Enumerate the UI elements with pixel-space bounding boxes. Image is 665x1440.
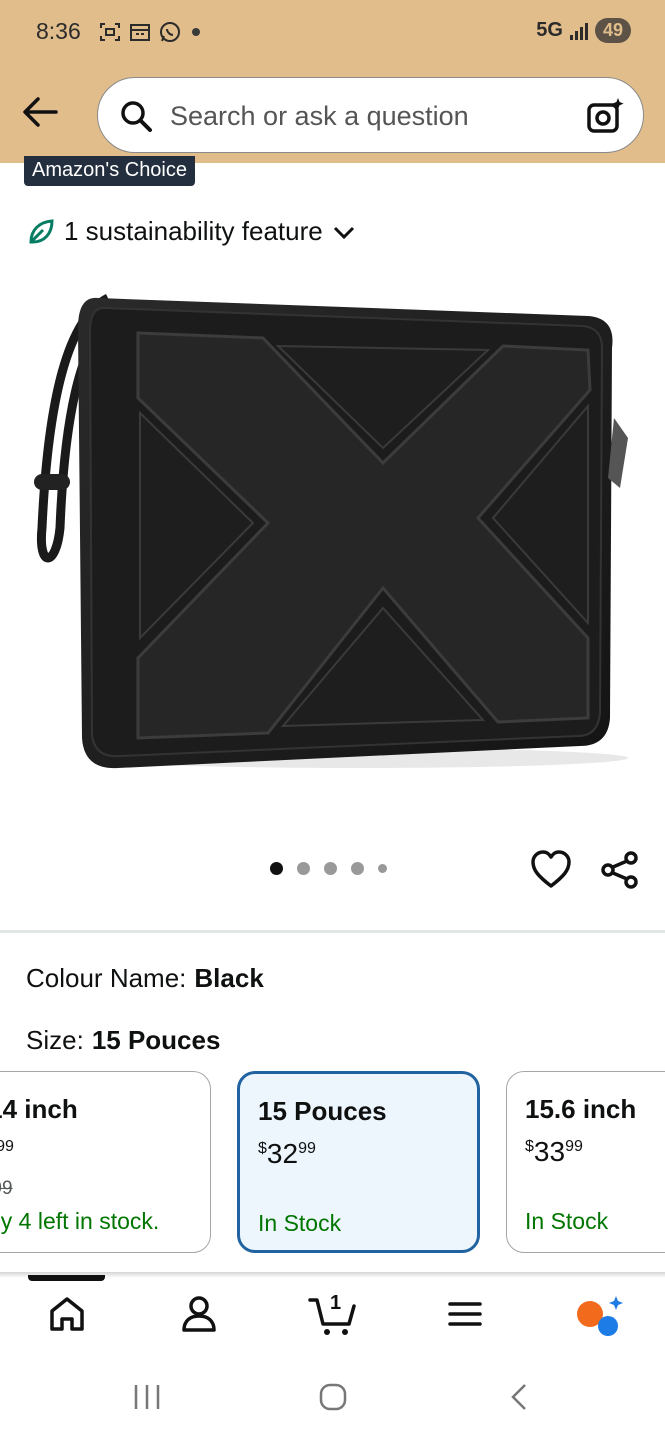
system-nav-bar [0,1358,665,1440]
price-cents: 99 [565,1138,583,1155]
back-button-icon[interactable] [505,1382,535,1412]
size-option-was-price: 35.99 [0,1178,13,1199]
more-notifications-dot [192,28,200,36]
recent-apps-icon[interactable] [132,1382,162,1412]
image-carousel-dots[interactable] [270,862,387,875]
size-option-card[interactable]: 15.6 inch $3399 In Stock [506,1071,665,1253]
whatsapp-notification-icon [160,22,180,42]
size-row: Size: 15 Pouces [26,1025,220,1056]
carousel-dot[interactable] [324,862,337,875]
carousel-dot[interactable] [297,862,310,875]
size-option-name: 15 Pouces [258,1096,387,1126]
calendar-notification-icon [130,24,150,41]
size-option-name: 3-14 inch [0,1094,78,1124]
size-option-card[interactable]: 3-14 inch 3199 35.99 Only 4 left in stoc… [0,1071,211,1253]
size-label: Size: [26,1025,84,1055]
size-option-price: $3299 [258,1138,316,1170]
size-option-name: 15.6 inch [525,1094,637,1124]
network-type: 5G [536,19,563,41]
status-bar: 8:36 5G 49 [0,0,665,64]
signal-icon [569,22,588,40]
back-arrow-icon[interactable] [20,92,60,132]
amazons-choice-badge: Amazon's Choice [24,156,195,186]
colour-name-row: Colour Name: Black [26,963,264,994]
price-main: 32 [266,1138,299,1169]
top-header: 8:36 5G 49 [0,0,665,163]
size-option-card-selected[interactable]: 15 Pouces $3299 In Stock [237,1071,480,1253]
battery-level: 49 [594,18,631,43]
status-right: 5G 49 [536,18,631,43]
account-icon[interactable] [180,1294,218,1334]
size-option-price: $3399 [525,1136,583,1168]
camera-search-icon[interactable] [585,96,625,136]
sustainability-feature[interactable]: 1 sustainability feature [26,216,357,247]
sustainability-label: 1 sustainability feature [64,216,323,246]
menu-icon[interactable] [448,1294,482,1334]
screenshot-notification-icon [100,23,120,41]
search-icon [121,101,152,132]
chevron-down-icon [333,226,354,239]
home-button-icon[interactable] [318,1382,348,1412]
bottom-nav [0,1278,665,1358]
colour-label: Colour Name: [26,963,187,993]
notification-icons [98,20,182,44]
share-icon[interactable] [600,850,640,890]
product-image[interactable] [28,278,640,778]
section-divider [0,930,665,933]
price-cents: 99 [0,1138,14,1155]
heart-icon[interactable] [530,850,572,890]
carousel-dot[interactable] [351,862,364,875]
carousel-dot[interactable] [270,862,283,875]
search-bar[interactable] [97,77,644,153]
home-icon[interactable] [48,1294,86,1334]
price-symbol: $ [258,1140,267,1157]
search-input[interactable] [170,96,560,136]
status-time: 8:36 [36,18,81,44]
nav-active-indicator [28,1275,105,1281]
size-option-stock: In Stock [525,1208,609,1234]
colour-value: Black [194,963,264,993]
cart-count: 1 [330,1292,342,1314]
size-option-price: 3199 [0,1136,14,1168]
price-main: 33 [533,1136,566,1167]
leaf-icon [29,218,54,243]
carousel-dot[interactable] [378,864,387,873]
size-option-stock: Only 4 left in stock. [0,1208,160,1234]
size-option-stock: In Stock [258,1210,342,1236]
size-value: 15 Pouces [91,1025,221,1055]
price-symbol: $ [525,1138,534,1155]
rufus-icon[interactable] [574,1294,624,1338]
price-cents: 99 [298,1140,316,1157]
